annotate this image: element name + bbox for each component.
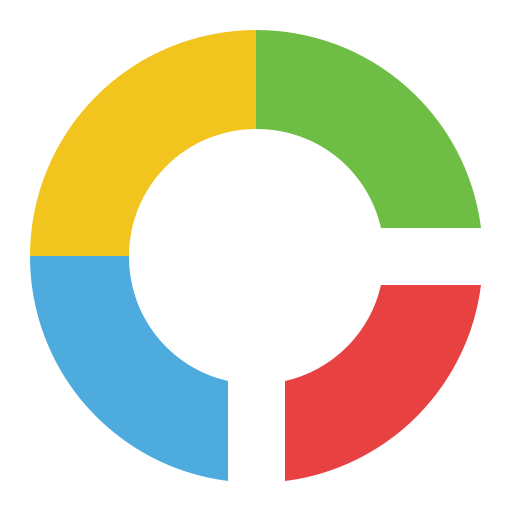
logo-segment-blue bbox=[29, 256, 229, 481]
logo-segment-green bbox=[256, 29, 481, 229]
logo-segment-red bbox=[285, 285, 481, 481]
four-color-ring-logo-icon bbox=[29, 29, 481, 481]
logo-segment-yellow bbox=[30, 30, 256, 256]
app-logo bbox=[0, 0, 512, 512]
